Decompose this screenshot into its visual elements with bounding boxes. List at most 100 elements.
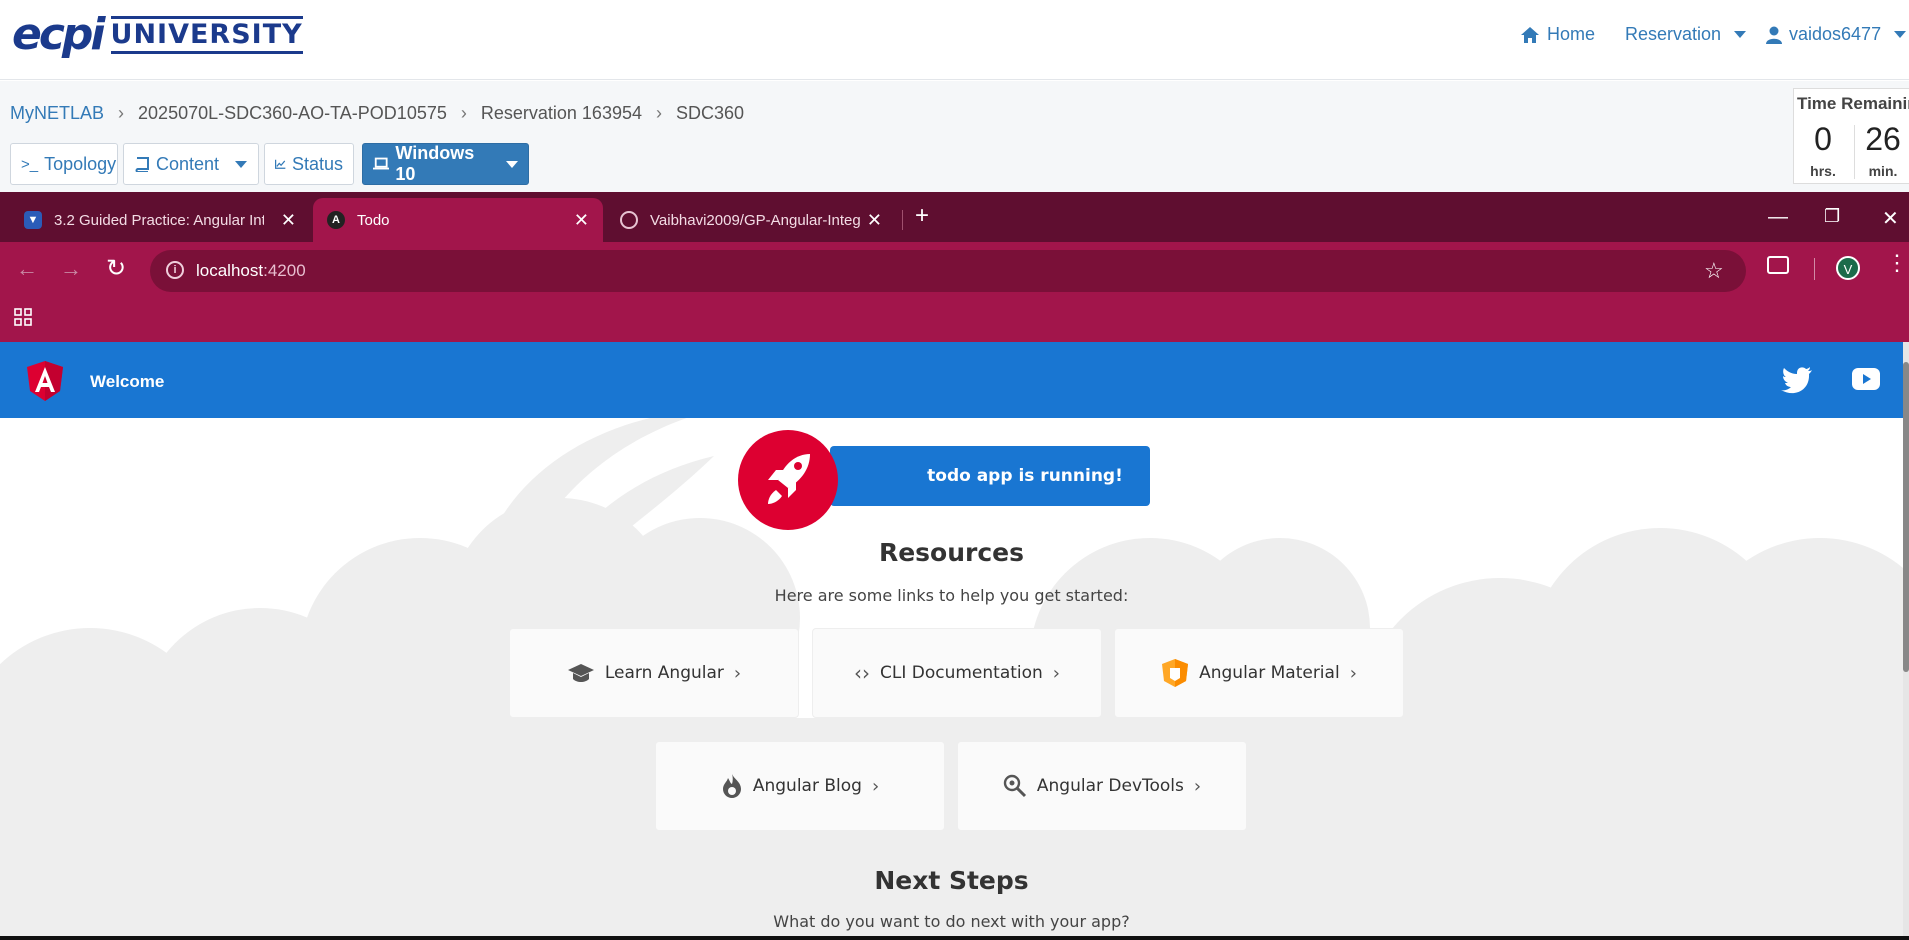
hours-value: 0 bbox=[1814, 121, 1832, 157]
browser-tab-strip: ▼ 3.2 Guided Practice: Angular Int ✕ A T… bbox=[0, 192, 1909, 242]
nav-reservation-label: Reservation bbox=[1625, 24, 1722, 44]
breadcrumb-mynetlab[interactable]: MyNETLAB bbox=[10, 103, 104, 124]
browser-tab-todo[interactable]: A Todo ✕ bbox=[313, 198, 603, 242]
nav-home-link[interactable]: Home bbox=[1520, 24, 1595, 45]
chevron-right-icon: › bbox=[871, 775, 880, 797]
next-steps-subtitle: What do you want to do next with your ap… bbox=[773, 912, 1130, 931]
reload-icon[interactable]: ↻ bbox=[106, 254, 126, 283]
card-label: Learn Angular bbox=[604, 663, 724, 683]
running-text: todo app is running! bbox=[927, 466, 1123, 486]
nav-user-label: vaidos6477 bbox=[1789, 24, 1882, 44]
url-host: localhost bbox=[196, 261, 264, 280]
status-button[interactable]: Status bbox=[264, 143, 354, 185]
logo-text: UNIVERSITY bbox=[110, 16, 303, 54]
card-angular-blog[interactable]: Angular Blog › bbox=[655, 741, 945, 831]
page-scrollbar[interactable] bbox=[1903, 342, 1909, 940]
tab-title: 3.2 Guided Practice: Angular Int bbox=[54, 211, 264, 229]
chevron-right-icon: › bbox=[1052, 662, 1060, 684]
chevron-right-icon: › bbox=[1193, 775, 1202, 797]
chevron-right-icon: › bbox=[1349, 662, 1357, 684]
site-info-icon[interactable]: i bbox=[166, 261, 184, 279]
github-icon bbox=[620, 211, 638, 229]
card-label: Angular Material bbox=[1199, 663, 1340, 683]
topology-label: Topology bbox=[44, 153, 117, 174]
nav-home-label: Home bbox=[1547, 24, 1596, 44]
card-learn-angular[interactable]: Learn Angular › bbox=[509, 628, 799, 718]
resources-subtitle: Here are some links to help you get star… bbox=[774, 586, 1129, 605]
browser-toolbar: ← → ↻ i localhost:4200 ☆ V ⋮ bbox=[0, 242, 1909, 342]
apps-grid-icon[interactable] bbox=[14, 308, 32, 326]
restore-icon[interactable]: ❐ bbox=[1824, 206, 1840, 227]
minimize-icon[interactable]: — bbox=[1768, 206, 1788, 229]
book-icon bbox=[135, 157, 149, 172]
topology-button[interactable]: >_ Topology bbox=[10, 143, 118, 185]
nav-reservation-dropdown[interactable]: Reservation bbox=[1625, 24, 1747, 45]
home-icon bbox=[1521, 26, 1539, 43]
rocket-badge bbox=[738, 430, 838, 530]
chevron-down-icon bbox=[1734, 31, 1747, 38]
breadcrumb: MyNETLAB › 2025070L-SDC360-AO-TA-POD1057… bbox=[10, 103, 744, 124]
close-icon[interactable]: ✕ bbox=[867, 210, 882, 231]
breadcrumb-course[interactable]: 2025070L-SDC360-AO-TA-POD10575 bbox=[138, 103, 447, 124]
tab-search-icon[interactable] bbox=[1767, 256, 1789, 274]
browser-tab-github[interactable]: Vaibhavi2009/GP-Angular-Integ ✕ bbox=[606, 198, 896, 242]
toolbar-title: Welcome bbox=[90, 372, 165, 391]
time-remaining-title: Time Remaining bbox=[1797, 94, 1909, 113]
app-toolbar: Welcome bbox=[0, 342, 1903, 418]
window-close-icon[interactable]: ✕ bbox=[1882, 206, 1899, 231]
card-label: Angular DevTools bbox=[1036, 776, 1184, 796]
new-tab-button[interactable]: + bbox=[915, 202, 929, 230]
chevron-right-icon: › bbox=[656, 103, 662, 123]
breadcrumb-reservation[interactable]: Reservation 163954 bbox=[481, 103, 642, 124]
minutes-value: 26 bbox=[1865, 121, 1901, 157]
angular-material-icon bbox=[1162, 659, 1189, 687]
site-header: ecpi UNIVERSITY Home Reservation vaidos6… bbox=[0, 0, 1909, 80]
magnifier-icon bbox=[1003, 774, 1026, 798]
rocket-icon bbox=[768, 454, 810, 504]
twitter-icon[interactable] bbox=[1781, 366, 1813, 394]
close-icon[interactable]: ✕ bbox=[574, 210, 589, 231]
url-text[interactable]: localhost:4200 bbox=[196, 261, 306, 281]
scrollbar-thumb[interactable] bbox=[1903, 362, 1909, 672]
hours-unit: hrs. bbox=[1810, 163, 1836, 179]
content-dropdown[interactable]: Content bbox=[123, 143, 259, 185]
browser-tab-guided-practice[interactable]: ▼ 3.2 Guided Practice: Angular Int ✕ bbox=[10, 198, 310, 242]
windows10-label: Windows 10 bbox=[395, 143, 475, 184]
tab-title: Todo bbox=[357, 211, 390, 229]
back-icon[interactable]: ← bbox=[16, 256, 38, 282]
chevron-right-icon: › bbox=[118, 103, 125, 123]
status-label: Status bbox=[291, 153, 343, 174]
angular-logo-icon bbox=[27, 361, 63, 401]
url-port: :4200 bbox=[263, 261, 306, 280]
lab-bar: MyNETLAB › 2025070L-SDC360-AO-TA-POD1057… bbox=[0, 81, 1909, 192]
nav-user-dropdown[interactable]: vaidos6477 bbox=[1766, 24, 1907, 45]
card-angular-material[interactable]: Angular Material › bbox=[1114, 628, 1404, 718]
close-icon[interactable]: ✕ bbox=[281, 210, 296, 231]
card-label: Angular Blog bbox=[752, 776, 862, 796]
card-angular-devtools[interactable]: Angular DevTools › bbox=[957, 741, 1247, 831]
resources-title: Resources bbox=[878, 538, 1025, 567]
youtube-icon[interactable] bbox=[1852, 368, 1880, 390]
kebab-menu-icon[interactable]: ⋮ bbox=[1886, 252, 1908, 274]
windows10-dropdown[interactable]: Windows 10 bbox=[362, 143, 529, 185]
logo-mark: ecpi bbox=[12, 9, 105, 60]
taskbar-edge bbox=[0, 936, 1909, 940]
bookmark-star-icon[interactable]: ☆ bbox=[1704, 258, 1724, 284]
minutes-unit: min. bbox=[1868, 163, 1898, 179]
profile-avatar[interactable]: V bbox=[1836, 256, 1860, 280]
app-content: todo app is running! Resources Here are … bbox=[0, 418, 1903, 940]
content-label: Content bbox=[156, 153, 220, 174]
chevron-right-icon: › bbox=[733, 662, 742, 684]
shield-icon: ▼ bbox=[24, 211, 42, 229]
forward-icon[interactable]: → bbox=[60, 256, 82, 282]
card-cli-documentation[interactable]: ‹› CLI Documentation › bbox=[812, 628, 1102, 718]
next-steps-title: Next Steps bbox=[874, 866, 1029, 895]
graduation-cap-icon bbox=[567, 664, 594, 682]
address-bar[interactable]: i localhost:4200 ☆ bbox=[150, 250, 1746, 292]
ecpi-logo[interactable]: ecpi UNIVERSITY bbox=[12, 10, 303, 60]
running-banner: todo app is running! bbox=[830, 446, 1150, 506]
card-label: CLI Documentation bbox=[879, 663, 1043, 683]
time-remaining-panel: Time Remaining 0 26 hrs. min. bbox=[1793, 88, 1909, 184]
user-icon bbox=[1766, 26, 1782, 44]
toolbar-separator bbox=[1814, 258, 1815, 280]
